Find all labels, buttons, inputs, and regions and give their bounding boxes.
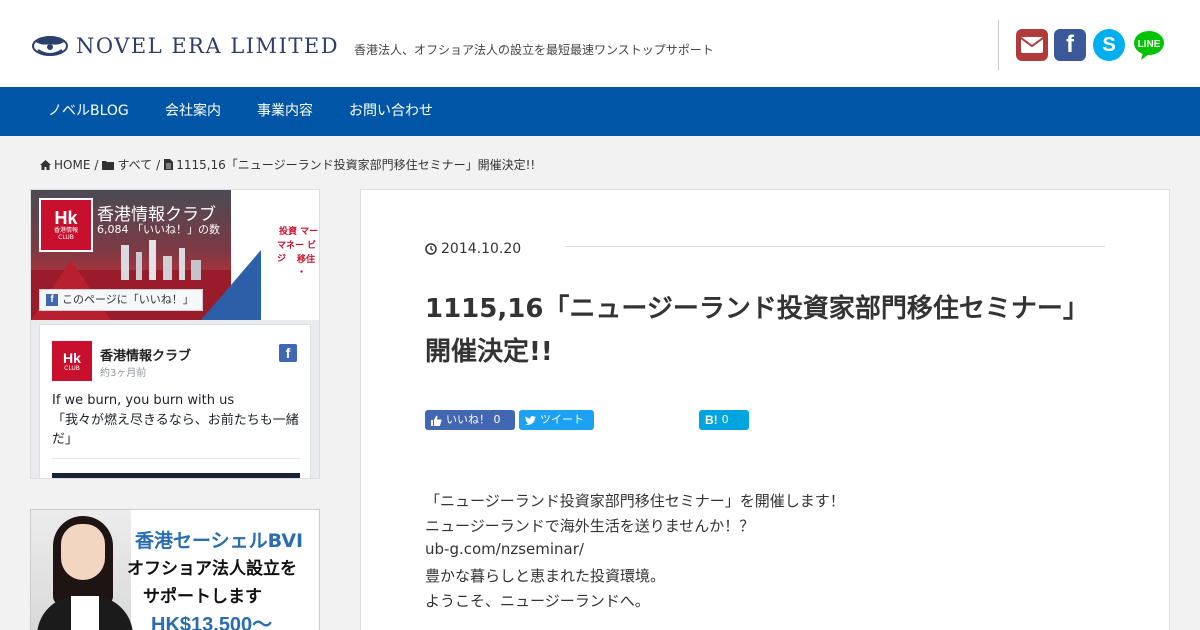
site-header: NOVEL ERA LIMITED 香港法人、オフショア法人の設立を最短最速ワン… <box>0 0 1200 87</box>
skype-icon[interactable]: S <box>1093 29 1125 61</box>
facebook-like-count: 6,084 「いいね！」の数 <box>97 223 220 236</box>
logo-small-text: 香港情報 <box>53 227 78 234</box>
breadcrumb-category[interactable]: すべて <box>117 156 152 173</box>
tweet-label: ツイート <box>540 413 584 426</box>
facebook-icon: f <box>46 294 58 306</box>
post-divider <box>52 458 300 459</box>
site-logo[interactable]: NOVEL ERA LIMITED <box>30 32 339 60</box>
article-body-link[interactable]: ub-g.com/nzseminar/ <box>425 540 584 558</box>
nav-item-services[interactable]: 事業内容 <box>257 87 313 136</box>
facebook-like-button[interactable]: いいね！ 0 <box>425 410 515 430</box>
header-divider <box>998 20 999 70</box>
thumbs-up-icon <box>431 415 442 426</box>
clock-icon <box>425 243 437 255</box>
businesswoman-photo <box>31 510 133 630</box>
envelope-glyph <box>1021 37 1043 53</box>
cover-accent-shape <box>201 250 261 320</box>
post-date: 2014.10.20 <box>425 241 521 257</box>
banner-title: 香港セーシェルBVI <box>135 530 304 552</box>
logo-text: NOVEL ERA LIMITED <box>76 34 340 58</box>
nav-item-blog[interactable]: ノベルBLOG <box>48 87 129 136</box>
nav-item-company[interactable]: 会社案内 <box>165 87 221 136</box>
like-page-label: このページに「いいね！」 <box>62 293 194 306</box>
line-icon[interactable]: LINE <box>1133 29 1165 61</box>
main-nav: ノベルBLOG 会社案内 事業内容 お問い合わせ <box>0 87 1200 136</box>
post-timestamp[interactable]: 約3ヶ月前 <box>100 364 146 379</box>
article-title: 1115,16「ニュージーランド投資家部門移住セミナー」開催決定!! <box>425 294 1089 367</box>
banner-text: オフショア法人設立を <box>127 559 297 579</box>
twitter-bird-icon <box>525 415 536 425</box>
post-text: 「我々が燃え尽きるなら、お前たちも一緒だ」 <box>52 413 299 447</box>
facebook-like-page-button[interactable]: f このページに「いいね！」 <box>39 289 203 311</box>
article-body-line: 「ニュージーランド投資家部門移住セミナー」を開催します！ <box>425 492 845 510</box>
offshore-company-banner[interactable]: 香港セーシェルBVI オフショア法人設立を サポートします HK$13,500〜 <box>30 509 320 630</box>
dragon-crest-icon <box>32 36 68 56</box>
cover-text-3: 移住 ・ <box>297 255 316 278</box>
article-card: 2014.10.20 1115,16「ニュージーランド投資家部門移住セミナー」開… <box>360 189 1170 630</box>
line-glyph: LINE <box>1134 31 1164 60</box>
facebook-like-label: いいね！ 0 <box>446 413 501 426</box>
breadcrumb: HOME / すべて / 1115,16「ニュージーランド投資家部門移住セミナー… <box>40 156 535 173</box>
hatena-bookmark-count: 0 <box>721 413 729 426</box>
line-label: LINE <box>1138 39 1161 50</box>
article-body-line: ニュージーランドで海外生活を送りませんか！？ <box>425 517 755 535</box>
article-body-line: ようこそ、ニュージーランドへ。 <box>425 592 650 610</box>
breadcrumb-separator: / <box>156 157 161 172</box>
post-author-name[interactable]: 香港情報クラブ <box>100 345 191 364</box>
breadcrumb-home[interactable]: HOME <box>54 158 90 172</box>
facebook-post-card: Hk CLUB 香港情報クラブ 約3ヶ月前 f If we burn, you … <box>39 324 311 478</box>
document-icon <box>164 159 174 170</box>
logo-hk-text: Hk <box>63 349 81 366</box>
envelope-icon[interactable] <box>1016 29 1048 61</box>
hk-club-logo: Hk CLUB <box>52 341 92 381</box>
post-text: If we burn, you burn with us <box>52 393 235 408</box>
face-shape <box>61 524 105 580</box>
post-image[interactable] <box>52 473 300 478</box>
breadcrumb-current: 1115,16「ニュージーランド投資家部門移住セミナー」開催決定!! <box>176 158 536 172</box>
post-author-avatar[interactable]: Hk CLUB <box>52 341 92 381</box>
logo-club-text: CLUB <box>58 234 74 241</box>
tweet-button[interactable]: ツイート <box>519 410 594 430</box>
article-body-line: 豊かな暮らしと恵まれた投資環境。 <box>425 567 666 585</box>
logo-club-text: CLUB <box>64 364 80 372</box>
facebook-icon[interactable]: f <box>279 344 297 362</box>
hatena-bookmark-button[interactable]: B! 0 <box>699 410 749 430</box>
banner-text: サポートします <box>143 587 262 607</box>
facebook-icon[interactable]: f <box>1054 29 1086 61</box>
banner-price: HK$13,500〜 <box>151 614 273 630</box>
hatena-bookmark-icon: B! <box>705 413 718 427</box>
nav-item-contact[interactable]: お問い合わせ <box>349 87 433 136</box>
hk-club-logo: Hk 香港情報 CLUB <box>41 200 91 250</box>
shirt-shape <box>71 596 99 630</box>
facebook-page-widget: 投資 マー マネー ビジ 移住 ・ Hk 香港情報 CLUB 香港情報クラブ 6… <box>30 189 320 479</box>
site-tagline: 香港法人、オフショア法人の設立を最短最速ワンストップサポート <box>354 43 714 57</box>
logo-hk-text: Hk <box>54 208 78 228</box>
breadcrumb-separator: / <box>94 157 99 172</box>
date-divider <box>565 246 1105 247</box>
page-profile-picture[interactable]: Hk 香港情報 CLUB <box>39 198 93 252</box>
post-date-text: 2014.10.20 <box>441 241 522 257</box>
folder-icon <box>102 160 115 170</box>
cover-text-1: 投資 マー <box>279 227 319 237</box>
home-icon <box>40 159 51 170</box>
